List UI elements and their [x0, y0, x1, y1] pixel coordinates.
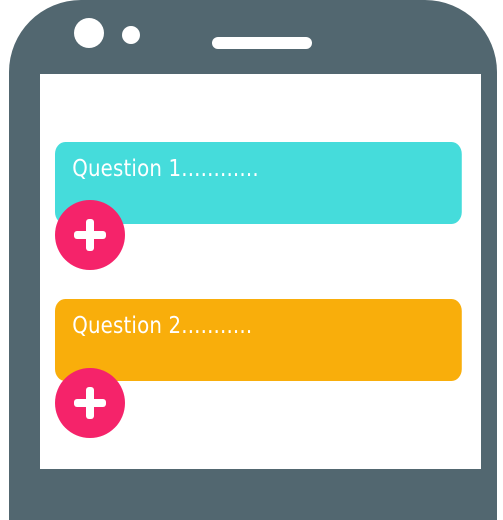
speaker-slot	[212, 37, 312, 49]
sensor-icon	[122, 26, 140, 44]
phone-frame: Question 1............ Question 2.......…	[9, 0, 497, 520]
plus-icon-vertical	[86, 387, 94, 419]
plus-icon-vertical	[86, 219, 94, 251]
question-2-label: Question 2...........	[72, 313, 253, 339]
front-camera-icon	[74, 18, 104, 48]
phone-screen: Question 1............ Question 2.......…	[40, 74, 481, 469]
question-card-2[interactable]: Question 2...........	[55, 299, 462, 381]
add-answer-button-2[interactable]	[55, 368, 125, 438]
question-1-label: Question 1............	[72, 156, 259, 182]
add-answer-button-1[interactable]	[55, 200, 125, 270]
